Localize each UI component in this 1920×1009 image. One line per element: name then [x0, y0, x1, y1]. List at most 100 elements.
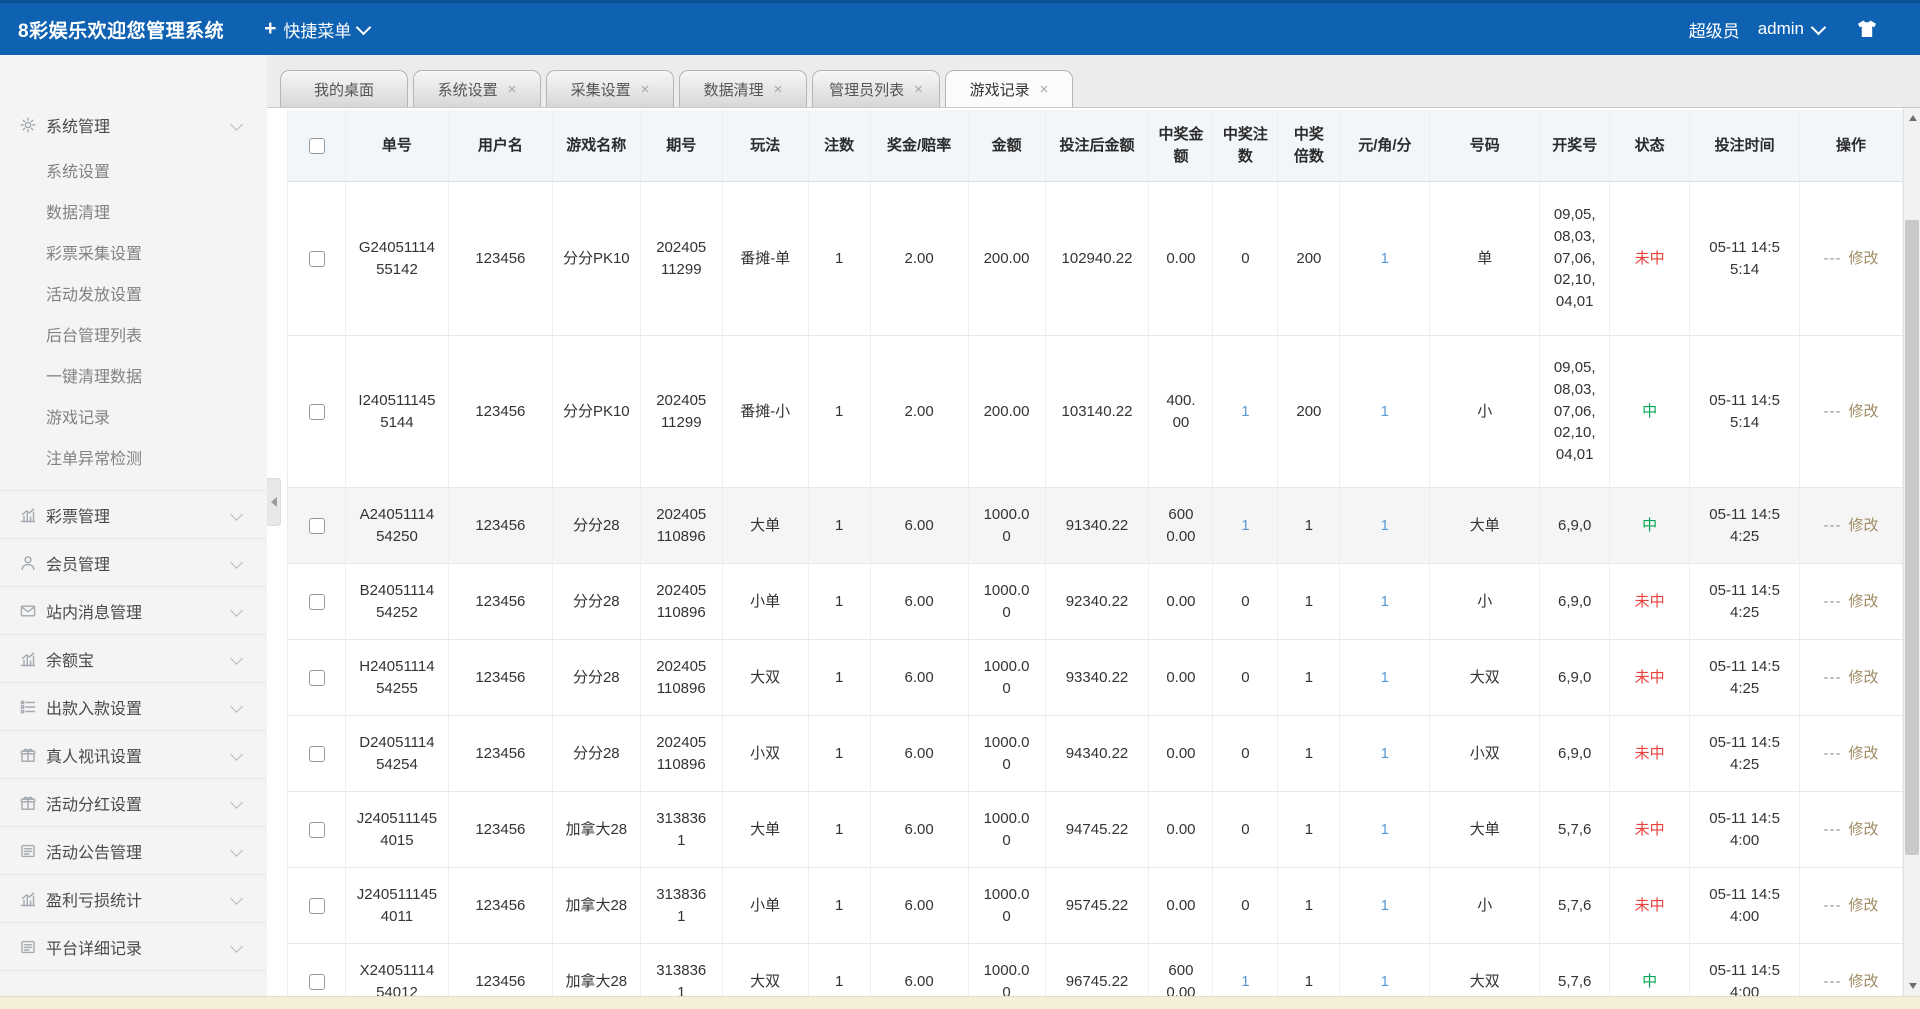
scroll-down-arrow[interactable] [1904, 976, 1920, 996]
sidebar-group-8[interactable]: 活动公告管理 [0, 827, 267, 874]
theme-shirt-icon[interactable] [1856, 19, 1878, 39]
close-tab-icon[interactable]: × [508, 82, 517, 97]
scrollbar-thumb[interactable] [1905, 220, 1919, 855]
cell-draw: 09,05,08,03,07,06,02,10,04,01 [1540, 336, 1611, 487]
cell-game: 分分28 [553, 564, 641, 639]
tab-3[interactable]: 数据清理 × [679, 70, 807, 107]
sidebar-group-3[interactable]: 站内消息管理 [0, 587, 267, 634]
close-tab-icon[interactable]: × [641, 82, 650, 97]
close-tab-icon[interactable]: × [774, 82, 783, 97]
sidebar-item[interactable]: 数据清理 [0, 193, 267, 234]
status-badge: 未中 [1634, 744, 1665, 762]
row-checkbox[interactable] [308, 517, 325, 534]
cell-draw: 5,7,6 [1540, 944, 1611, 996]
unit-link[interactable]: 1 [1381, 971, 1389, 993]
cell-user: 123456 [449, 182, 553, 335]
row-checkbox[interactable] [308, 403, 325, 420]
close-tab-icon[interactable]: × [1040, 82, 1049, 97]
edit-link[interactable]: 修改 [1849, 591, 1879, 613]
gift-icon [18, 745, 38, 765]
sidebar-group-4[interactable]: 余额宝 [0, 635, 267, 682]
edit-link[interactable]: 修改 [1849, 248, 1879, 270]
sidebar-group-block: 平台详细记录 [0, 923, 267, 971]
cell-number: 大单 [1430, 792, 1541, 867]
cell-status: 中 [1610, 944, 1691, 996]
edit-link[interactable]: 修改 [1849, 895, 1879, 917]
sidebar-group-0[interactable]: 系统管理 [0, 101, 267, 148]
row-checkbox[interactable] [308, 821, 325, 838]
select-all-checkbox[interactable] [308, 137, 325, 154]
sidebar-item[interactable]: 系统设置 [0, 152, 267, 193]
row-checkbox[interactable] [308, 593, 325, 610]
chevron-down-icon [230, 748, 243, 761]
quick-menu-button[interactable]: + 快捷菜单 [264, 17, 372, 42]
win-bets-value: 0 [1241, 668, 1250, 686]
cell-unit: 1 [1340, 564, 1431, 639]
cell-time: 05-11 14:54:00 [1690, 868, 1801, 943]
records-table: 单号 用户名 游戏名称 期号 玩法 注数 奖金/赔率 金额 投注后金额 中奖金额 中奖注数 中奖倍数元… [287, 110, 1903, 996]
row-checkbox[interactable] [308, 973, 325, 990]
row-checkbox[interactable] [308, 250, 325, 267]
row-checkbox[interactable] [308, 897, 325, 914]
win-bets-value: 0 [1241, 744, 1250, 762]
cell-action: --- 修改 [1800, 182, 1903, 335]
edit-link[interactable]: 修改 [1849, 401, 1879, 423]
unit-link[interactable]: 1 [1381, 895, 1389, 917]
sidebar-collapse-handle[interactable] [267, 478, 281, 526]
cell-game: 分分PK10 [553, 182, 641, 335]
cell-issue: 3138361 [641, 944, 723, 996]
cell-after: 96745.22 [1046, 944, 1150, 996]
cell-game: 加拿大28 [553, 792, 641, 867]
sidebar-group-2[interactable]: 会员管理 [0, 539, 267, 586]
cell-issue: 3138361 [641, 868, 723, 943]
unit-link[interactable]: 1 [1381, 248, 1389, 270]
sidebar-group-6[interactable]: 真人视讯设置 [0, 731, 267, 778]
sidebar-group-9[interactable]: 盈利亏损统计 [0, 875, 267, 922]
unit-link[interactable]: 1 [1381, 591, 1389, 613]
vertical-scrollbar[interactable] [1903, 108, 1920, 996]
unit-link[interactable]: 1 [1381, 667, 1389, 689]
cell-win_mult: 1 [1278, 792, 1341, 867]
sidebar-group-10[interactable]: 平台详细记录 [0, 923, 267, 970]
edit-link[interactable]: 修改 [1849, 667, 1879, 689]
sidebar-item[interactable]: 注单异常检测 [0, 439, 267, 480]
column-header: 中奖金额 [1149, 110, 1214, 181]
edit-link[interactable]: 修改 [1849, 743, 1879, 765]
user-menu[interactable]: admin [1758, 19, 1827, 39]
sidebar-group-1[interactable]: 彩票管理 [0, 491, 267, 538]
sidebar-item[interactable]: 后台管理列表 [0, 316, 267, 357]
tab-0[interactable]: 我的桌面 [280, 70, 408, 107]
cell-odds: 6.00 [871, 868, 969, 943]
edit-link[interactable]: 修改 [1849, 515, 1879, 537]
chevron-down-icon [230, 844, 243, 857]
sidebar-item[interactable]: 游戏记录 [0, 398, 267, 439]
sidebar-item[interactable]: 彩票采集设置 [0, 234, 267, 275]
row-checkbox[interactable] [308, 669, 325, 686]
scroll-up-arrow[interactable] [1904, 108, 1920, 128]
sidebar-group-5[interactable]: 出款入款设置 [0, 683, 267, 730]
sidebar-item[interactable]: 活动发放设置 [0, 275, 267, 316]
tab-4[interactable]: 管理员列表 × [812, 70, 940, 107]
cell-order: I2405111455144 [346, 336, 449, 487]
row-checkbox[interactable] [308, 745, 325, 762]
edit-link[interactable]: 修改 [1849, 819, 1879, 841]
tab-1[interactable]: 系统设置 × [413, 70, 541, 107]
unit-link[interactable]: 1 [1381, 401, 1389, 423]
cell-issue: 3138361 [641, 792, 723, 867]
unit-link[interactable]: 1 [1381, 819, 1389, 841]
sidebar-group-7[interactable]: 活动分红设置 [0, 779, 267, 826]
table-row: B2405111454252 123456 分分28 202405110896 小单 1 6… [288, 564, 1903, 640]
cell-bets: 1 [809, 944, 871, 996]
unit-link[interactable]: 1 [1381, 743, 1389, 765]
close-tab-icon[interactable]: × [914, 82, 923, 97]
row-checkbox-cell [288, 944, 346, 996]
unit-link[interactable]: 1 [1381, 515, 1389, 537]
sidebar-item[interactable]: 一键清理数据 [0, 357, 267, 398]
edit-link[interactable]: 修改 [1849, 971, 1879, 993]
tab-5[interactable]: 游戏记录 × [945, 70, 1073, 107]
table-row: H2405111454255 123456 分分28 202405110896 大双 1 6… [288, 640, 1903, 716]
cell-play: 小单 [723, 564, 809, 639]
column-header: 玩法 [723, 110, 809, 181]
news-icon [18, 937, 38, 957]
tab-2[interactable]: 采集设置 × [546, 70, 674, 107]
